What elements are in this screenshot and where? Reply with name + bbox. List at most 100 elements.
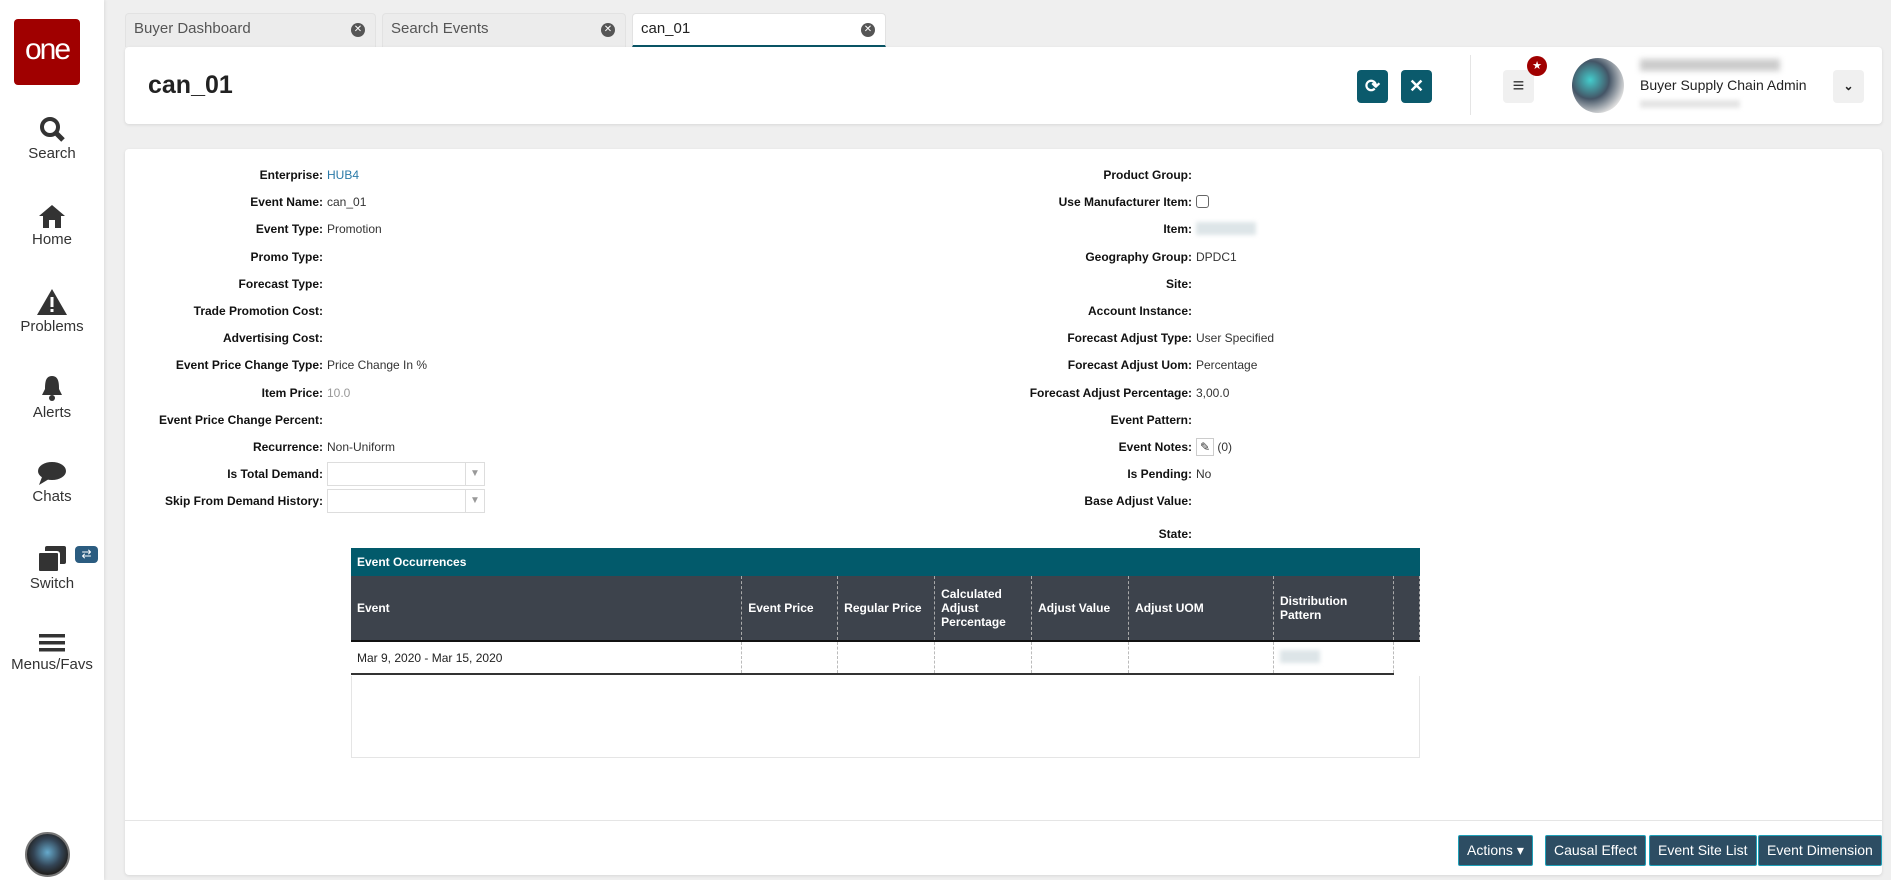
field-label: Item Price:: [261, 385, 323, 400]
column-header-spacer: [1393, 576, 1421, 642]
skip-from-demand-history-select[interactable]: ▼: [327, 489, 485, 514]
close-button[interactable]: ✕: [1401, 70, 1432, 103]
user-dropdown-button[interactable]: ⌄: [1833, 70, 1864, 103]
tab-search-events[interactable]: Search Events ✕: [382, 13, 626, 47]
column-header-regular-price[interactable]: Regular Price: [837, 576, 936, 642]
table-cell: [741, 641, 839, 675]
field-label: Forecast Adjust Uom:: [1067, 358, 1192, 373]
switch-icon: [37, 546, 66, 573]
page-title: can_01: [148, 71, 233, 99]
sidebar-item-home[interactable]: Home: [0, 203, 104, 248]
logo[interactable]: one: [14, 19, 80, 85]
field-label: Geography Group:: [1085, 249, 1192, 264]
refresh-button[interactable]: ⟳: [1357, 70, 1388, 103]
event-notes-value: ✎ (0): [1196, 438, 1233, 456]
column-header-adjust-uom[interactable]: Adjust UOM: [1128, 576, 1274, 642]
table-row[interactable]: Mar 9, 2020 - Mar 15, 2020: [351, 641, 1420, 675]
user-name-blurred: [1640, 59, 1780, 71]
field-label: Event Type:: [255, 222, 323, 237]
sidebar-item-label: Switch: [29, 575, 75, 592]
field-label: Forecast Type:: [238, 276, 323, 291]
refresh-icon: ⟳: [1364, 76, 1381, 96]
table-title: Event Occurrences: [351, 548, 1420, 576]
field-label: State:: [1158, 526, 1192, 541]
tab-buyer-dashboard[interactable]: Buyer Dashboard ✕: [125, 13, 376, 47]
column-header-event-price[interactable]: Event Price: [741, 576, 839, 642]
field-label: Is Total Demand:: [227, 467, 323, 482]
sidebar-item-label: Home: [31, 231, 72, 248]
event-dimension-button[interactable]: Event Dimension: [1758, 835, 1882, 866]
column-header-calculated-adjust-percentage[interactable]: Calculated Adjust Percentage: [934, 576, 1033, 642]
sidebar-item-label: Problems: [20, 318, 84, 335]
forecast-adjust-percentage-value: 3,00.0: [1196, 385, 1230, 400]
chat-icon: [38, 462, 66, 485]
distribution-pattern-blurred: [1280, 649, 1320, 663]
column-header-adjust-value[interactable]: Adjust Value: [1031, 576, 1130, 642]
user-avatar[interactable]: [25, 832, 70, 877]
bell-icon: [42, 376, 62, 401]
field-label: Promo Type:: [250, 249, 323, 264]
footer-toolbar: Actions ▾ Causal Effect Event Site List …: [125, 821, 1882, 875]
chevron-down-icon: ▼: [465, 490, 484, 513]
sidebar-item-label: Chats: [32, 488, 72, 505]
table-empty-area: [351, 676, 1420, 758]
column-header-distribution-pattern[interactable]: Distribution Pattern: [1273, 576, 1394, 642]
field-label: Enterprise:: [259, 168, 323, 182]
sidebar-item-search[interactable]: Search: [0, 115, 104, 162]
table-cell: [1128, 641, 1274, 675]
menu-icon: ≡: [1512, 75, 1525, 97]
sidebar-item-chats[interactable]: Chats: [0, 460, 104, 505]
page-header: can_01 ⟳ ✕ ≡ ★ Buyer Supply Chain Admin …: [125, 47, 1882, 124]
actions-button[interactable]: Actions ▾: [1458, 835, 1533, 866]
field-label: Event Price Change Percent:: [158, 412, 323, 427]
user-email-blurred: [1640, 100, 1740, 108]
event-site-list-button[interactable]: Event Site List: [1649, 835, 1757, 866]
table-cell: [1273, 641, 1394, 675]
event-occurrences-table: Event Occurrences Event Event Price Regula…: [351, 548, 1421, 675]
field-label: Is Pending:: [1127, 467, 1192, 482]
causal-effect-button[interactable]: Causal Effect: [1545, 835, 1647, 866]
close-tab-icon[interactable]: ✕: [601, 23, 615, 37]
field-label: Forecast Adjust Percentage:: [1029, 385, 1192, 400]
menu-button[interactable]: ≡: [1503, 70, 1534, 103]
use-manufacturer-item-checkbox[interactable]: [1196, 195, 1209, 211]
sidebar-item-alerts[interactable]: Alerts: [0, 374, 104, 421]
close-tab-icon[interactable]: ✕: [351, 23, 365, 37]
divider: [1470, 55, 1471, 115]
caret-down-icon: ▾: [1516, 842, 1524, 858]
forecast-adjust-type-value: User Specified: [1196, 331, 1275, 346]
close-tab-icon[interactable]: ✕: [861, 23, 875, 37]
sidebar-item-menus-favs[interactable]: Menus/Favs: [0, 632, 104, 673]
column-header-event[interactable]: Event: [351, 576, 743, 642]
menu-icon: [39, 634, 65, 652]
sidebar-item-label: Menus/Favs: [11, 656, 93, 673]
field-label: Event Price Change Type:: [175, 358, 323, 373]
favorites-star-icon[interactable]: ★: [1527, 56, 1547, 76]
item-value-blurred: [1196, 222, 1256, 236]
tab-can-01[interactable]: can_01 ✕: [632, 13, 886, 47]
switch-arrows-icon[interactable]: ⇄: [75, 546, 98, 563]
item-value: [1196, 222, 1256, 238]
field-label: Product Group:: [1103, 168, 1192, 182]
table-cell: [1031, 641, 1130, 675]
field-label: Account Instance:: [1087, 304, 1192, 318]
field-label: Advertising Cost:: [222, 331, 323, 346]
table-cell: [934, 641, 1033, 675]
user-avatar[interactable]: [1572, 58, 1624, 113]
is-total-demand-select[interactable]: ▼: [327, 462, 485, 487]
event-price-change-type-value: Price Change In %: [327, 358, 428, 373]
field-label: Skip From Demand History:: [164, 494, 323, 509]
event-name-value: can_01: [327, 195, 367, 210]
table-cell-spacer: [1393, 641, 1419, 674]
close-icon: ✕: [1408, 76, 1425, 96]
enterprise-value[interactable]: HUB4: [327, 168, 359, 182]
field-label: Base Adjust Value:: [1084, 494, 1192, 509]
field-label: Use Manufacturer Item:: [1058, 195, 1192, 210]
search-icon: [40, 117, 65, 142]
warning-icon: [37, 289, 67, 315]
table-cell: [837, 641, 936, 675]
sidebar-item-problems[interactable]: Problems: [0, 288, 104, 335]
chevron-down-icon: ⌄: [1843, 79, 1854, 93]
event-notes-count: (0): [1217, 440, 1233, 454]
edit-notes-icon[interactable]: ✎: [1196, 438, 1214, 456]
